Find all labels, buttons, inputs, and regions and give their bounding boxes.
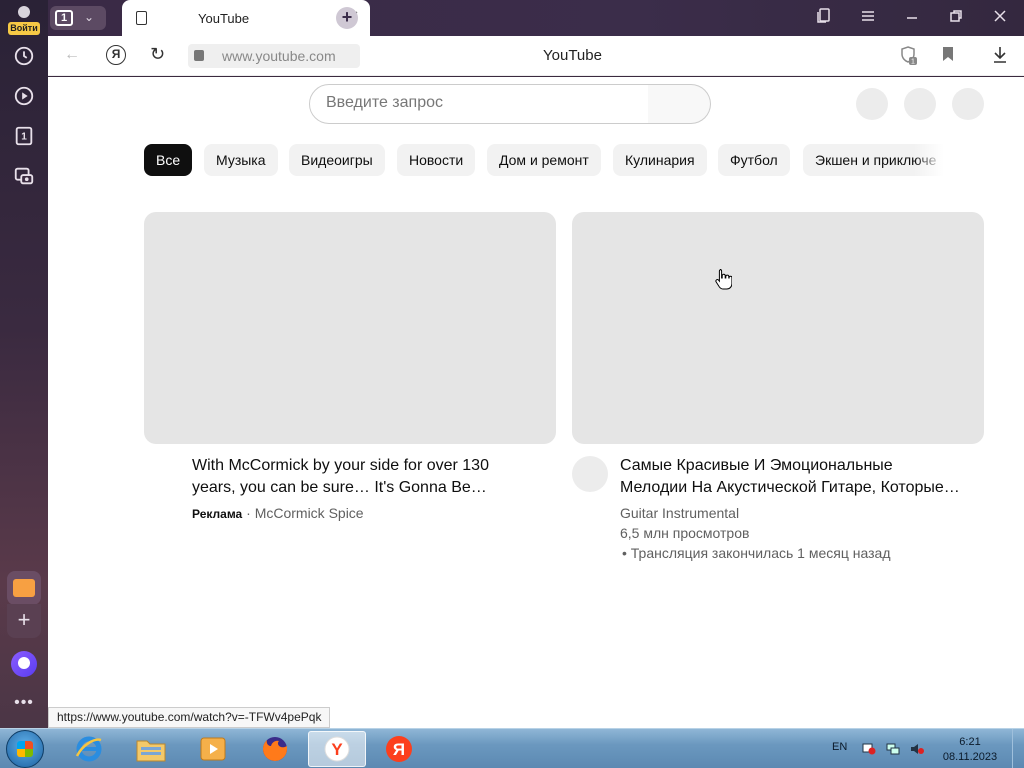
chip-cooking[interactable]: Кулинария [613,144,707,176]
windows-taskbar: Y Я EN 6:21 08.11.2023 [0,728,1024,768]
internet-explorer-icon[interactable] [60,731,118,767]
menu-icon[interactable] [860,8,876,27]
media-player-icon[interactable] [184,731,242,767]
meta-separator: · [242,505,255,521]
firefox-icon[interactable] [246,731,304,767]
page-content: Все Музыка Видеоигры Новости Дом и ремон… [48,77,1024,728]
svg-text:Я: Я [393,740,405,759]
chip-home-repair[interactable]: Дом и ремонт [487,144,601,176]
close-icon[interactable] [992,8,1008,27]
chip-news[interactable]: Новости [397,144,476,176]
video-thumbnail[interactable] [572,212,984,444]
clock-date: 08.11.2023 [942,751,998,763]
yandex-icon[interactable]: Я [370,731,428,767]
chevron-down-icon: ⌄ [84,10,95,24]
hand-cursor-icon [715,269,732,290]
tab-title: YouTube [198,11,250,26]
system-clock[interactable]: 6:21 08.11.2023 [940,735,1000,765]
video-title[interactable]: With McCormick by your side for over 130… [192,455,532,499]
video-title-line: Самые Красивые И Эмоциональные [620,457,893,474]
restore-icon[interactable] [948,8,964,27]
bookmark-icon[interactable] [942,46,954,66]
video-title-line: years, you can be sure… It's Gonna Be… [192,479,487,496]
view-count: 6,5 млн просмотров [620,525,750,541]
minimize-icon[interactable] [904,8,920,27]
video-thumbnail[interactable] [144,212,556,444]
back-icon[interactable]: ← [64,46,80,64]
chip-all[interactable]: Все [144,144,193,176]
tab-count-button[interactable]: 1 ⌄ [50,6,106,30]
ad-label: Реклама [192,507,243,521]
collections-icon[interactable] [816,8,832,27]
video-title[interactable]: Самые Красивые И Эмоциональные Мелодии Н… [620,455,960,499]
yandex-logo-icon[interactable]: Я [106,45,126,65]
tab-count: 1 [55,10,73,26]
chip-music[interactable]: Музыка [204,144,278,176]
new-tab-button[interactable]: + [336,7,358,29]
file-explorer-icon[interactable] [122,731,180,767]
url-field[interactable]: www.youtube.com [188,44,360,68]
clock-time: 6:21 [959,736,981,748]
show-desktop-button[interactable] [1012,729,1024,768]
create-icon[interactable] [856,88,888,120]
start-button[interactable] [6,730,44,768]
protect-badge: 1 [911,59,915,66]
mail-icon[interactable] [7,571,41,605]
language-indicator[interactable]: EN [832,741,847,753]
page-icon [136,11,147,25]
chip-videogames[interactable]: Видеоигры [289,144,385,176]
login-button[interactable]: Войти [6,4,42,35]
stream-status: • Трансляция закончилась 1 месяц назад [622,545,891,561]
svg-text:Y: Y [331,740,343,759]
tabs-counter-icon[interactable]: 1 [12,124,36,148]
video-title-line: With McCormick by your side for over 130 [192,457,489,474]
search-input[interactable] [326,94,626,112]
notifications-icon[interactable] [904,88,936,120]
search-button[interactable] [648,84,711,124]
status-url: https://www.youtube.com/watch?v=-TFWv4pe… [48,707,331,728]
network-icon[interactable] [886,743,900,755]
video-title-line: Мелодии На Акустической Гитаре, Которые… [620,479,960,496]
channel-name[interactable]: McCormick Spice [255,505,364,521]
reload-icon[interactable]: ↻ [150,44,165,65]
more-icon[interactable]: ••• [12,694,36,712]
history-icon[interactable] [12,44,36,68]
download-icon[interactable] [992,46,1008,68]
tab-youtube[interactable]: YouTube ✕ [122,0,370,36]
url-text: www.youtube.com [222,48,336,64]
protect-shield-icon[interactable]: 1 [900,46,918,70]
screenshot-icon[interactable] [12,164,36,188]
chip-football[interactable]: Футбол [718,144,790,176]
account-avatar[interactable] [952,88,984,120]
category-chips: Все Музыка Видеоигры Новости Дом и ремон… [144,144,944,176]
flag-alert-icon[interactable] [862,743,876,755]
search-box[interactable] [309,84,649,124]
alice-icon[interactable] [11,651,37,677]
add-icon[interactable]: + [7,604,41,638]
login-label: Войти [8,22,40,35]
address-bar: ← Я ↻ www.youtube.com YouTube 1 [48,36,1024,76]
video-meta: Реклама · McCormick Spice [192,505,364,521]
channel-avatar[interactable] [572,456,608,492]
channel-name[interactable]: Guitar Instrumental [620,505,739,521]
page-title: YouTube [543,47,602,64]
tab-strip: 1 ⌄ YouTube ✕ + [48,0,1024,36]
user-icon [18,6,30,18]
tabs-counter-text: 1 [21,132,27,143]
volume-muted-icon[interactable] [910,743,924,755]
browser-sidebar: Войти 1 + ••• [0,0,48,728]
lock-icon[interactable] [194,50,204,61]
play-circle-icon[interactable] [12,84,36,108]
yandex-browser-icon[interactable]: Y [308,731,366,767]
chips-fade [914,144,944,176]
